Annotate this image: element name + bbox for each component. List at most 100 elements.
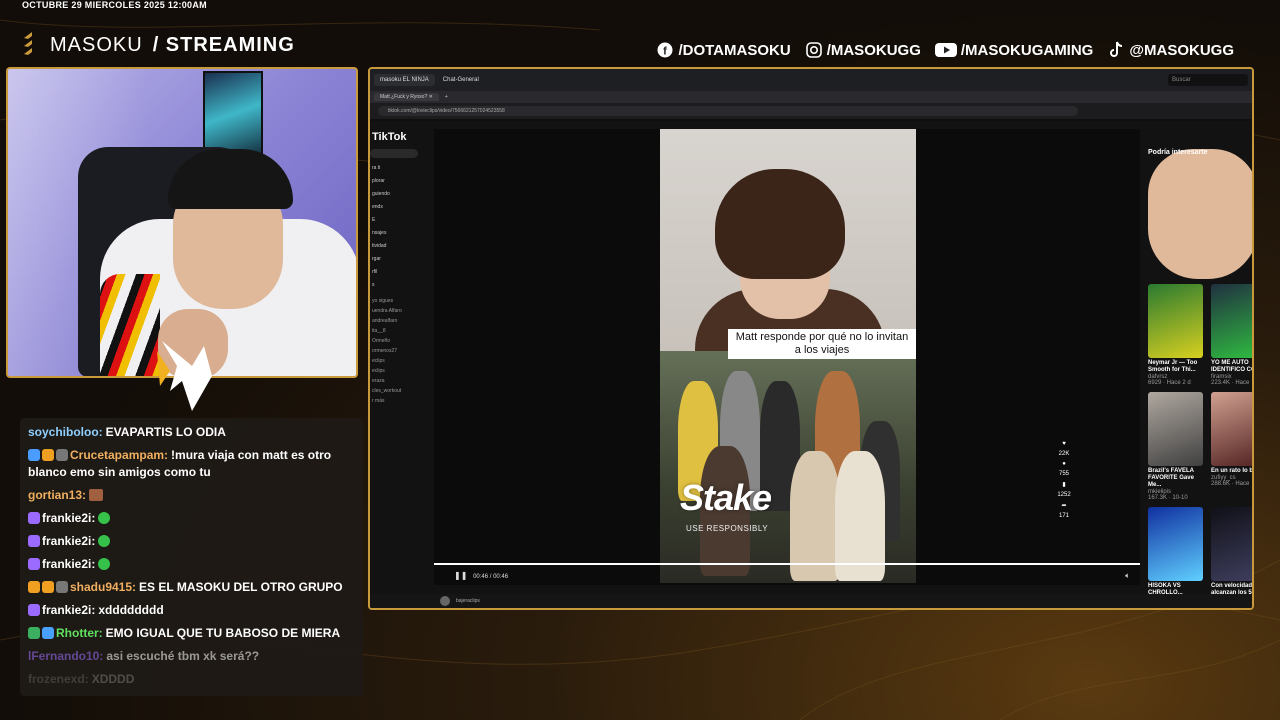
tiktok-following-item[interactable]: eclips — [370, 358, 426, 364]
tiktok-nav-item[interactable]: rgar — [370, 256, 426, 262]
heart-icon: ♥ — [1062, 441, 1066, 447]
save-button[interactable]: ▮ 1252 — [1054, 481, 1074, 498]
chat-username[interactable]: Crucetapampam: — [70, 448, 168, 462]
chat-message: soychiboloo: EVAPARTIS LO ODIA — [28, 424, 355, 441]
tiktok-nav-item[interactable]: ra ti — [370, 165, 426, 171]
tiktok-nav-item[interactable]: rfil — [370, 269, 426, 275]
chat-username[interactable]: soychiboloo: — [28, 425, 103, 439]
new-tab-icon[interactable]: + — [445, 94, 448, 100]
discord-search-input[interactable]: Buscar — [1168, 74, 1248, 86]
sponsor-watermark: Stake — [680, 477, 772, 518]
recommendation-thumbnail[interactable] — [1211, 284, 1252, 358]
tiktok-following-item[interactable]: cles_workout — [370, 388, 426, 394]
chat-username[interactable]: frozenexd: — [28, 672, 89, 686]
screen-share: masoku EL NINJA Chat-General Buscar Matt… — [368, 67, 1254, 610]
recommendation-card[interactable]: En un rato lo bo...zufiyy_cs288.6K · Hac… — [1211, 392, 1253, 501]
chat-text: xdddddddd — [98, 603, 164, 617]
tiktok-following-item[interactable]: yo sigues — [370, 298, 426, 304]
wall-poster — [203, 71, 263, 157]
social-tiktok: @MASOKUGG — [1107, 41, 1234, 59]
discord-channel[interactable]: Chat-General — [443, 77, 479, 83]
discord-server-tab[interactable]: masoku EL NINJA — [374, 74, 435, 86]
social-links: f /DOTAMASOKU /MASOKUGG /MASOKUGAMING @M… — [656, 41, 1234, 59]
video-frame[interactable]: Matt responde por qué no lo invitan a lo… — [660, 129, 916, 583]
chat-username[interactable]: frankie2i: — [42, 534, 95, 548]
chat-username[interactable]: shadu9415: — [70, 580, 136, 594]
chat-text: ES EL MASOKU DEL OTRO GRUPO — [139, 580, 343, 594]
sponsor-subtext: USE RESPONSIBLY — [686, 524, 769, 533]
tiktok-following-item[interactable]: ormenos27 — [370, 348, 426, 354]
recommendation-thumbnail[interactable] — [1148, 284, 1203, 358]
recommendation-stats: 167.3K · 10-10 — [1148, 495, 1188, 501]
recommendation-stats: 288.6K · Hace — [1211, 481, 1250, 487]
chat-username[interactable]: Rhotter: — [56, 626, 103, 640]
tiktok-nav-item[interactable]: nsajes — [370, 230, 426, 236]
tiktok-search-input[interactable] — [370, 149, 418, 158]
tiktok-nav-item[interactable]: E — [370, 217, 426, 223]
like-button[interactable]: ♥ 22K — [1054, 441, 1074, 457]
recommendations-title: Podría interesarte — [1148, 149, 1252, 279]
tiktok-logo[interactable]: TikTok — [370, 121, 426, 143]
chevron-logo-icon — [24, 32, 32, 55]
social-facebook: f /DOTAMASOKU — [656, 41, 791, 59]
brand-name: MASOKU — [50, 33, 143, 56]
recommendation-thumbnail[interactable] — [1148, 392, 1203, 466]
recommendation-card[interactable]: YO ME AUTO IDENTIFICO CON...firamsix223.… — [1211, 284, 1252, 386]
chat-emote-icon — [89, 489, 104, 501]
chat-text: EVAPARTIS LO ODIA — [105, 425, 226, 439]
tiktok-following-item[interactable]: r más — [370, 398, 426, 404]
tiktok-nav-item[interactable]: tividad — [370, 243, 426, 249]
user-avatar[interactable] — [440, 596, 450, 606]
pause-icon[interactable]: ❚❚ — [454, 571, 467, 580]
recommendation-stats: 6929 · Hace 2 d — [1148, 380, 1191, 386]
discord-topbar: masoku EL NINJA Chat-General Buscar — [370, 69, 1252, 91]
tiktok-following-item[interactable]: ita__8 — [370, 328, 426, 334]
chat-username[interactable]: frankie2i: — [42, 603, 95, 617]
tiktok-following-item[interactable]: eclips — [370, 368, 426, 374]
discord-voice-bar: bajeraclips — [370, 594, 1252, 608]
chat-badge-icon — [42, 581, 54, 593]
tiktok-following-item[interactable]: eraza — [370, 378, 426, 384]
tiktok-following-item[interactable]: uendra Alfaro — [370, 308, 426, 314]
tiktok-nav-item[interactable]: plorar — [370, 178, 426, 184]
share-button[interactable]: ➦ 171 — [1054, 502, 1074, 519]
youtube-icon — [934, 41, 957, 59]
tiktok-nav-item[interactable]: guiendo — [370, 191, 426, 197]
recommendation-card[interactable]: Neymar Jr — Too Smooth for Thi... dafvrsz… — [1148, 284, 1203, 386]
webcam-feed — [6, 67, 358, 378]
volume-icon[interactable]: 🔈︎ — [1125, 571, 1130, 581]
chat-message: frankie2i: xdddddddd — [28, 602, 355, 619]
browser-tab[interactable]: Matt ¿Fuck y Ryoso? ✕ — [374, 93, 439, 101]
chat-message: lFernando10: asi escuché tbm xk será?? — [28, 648, 355, 665]
share-icon: ➦ — [1061, 503, 1067, 509]
instagram-icon — [805, 41, 823, 59]
chat-message: frankie2i: — [28, 533, 355, 550]
chat-username[interactable]: frankie2i: — [42, 557, 95, 571]
tiktok-following-item[interactable]: andrealfaro — [370, 318, 426, 324]
video-progress-bar[interactable] — [434, 563, 1140, 565]
recommendation-thumbnail[interactable] — [1148, 507, 1203, 581]
recommendation-thumbnail[interactable] — [1211, 392, 1252, 466]
chat-message: frankie2i: — [28, 510, 355, 527]
chat-username[interactable]: gortian13: — [28, 488, 86, 502]
chat-message: Rhotter: EMO IGUAL QUE TU BABOSO DE MIERA — [28, 625, 355, 642]
chat-badge-icon — [28, 512, 40, 524]
tiktok-nav-item[interactable]: s — [370, 282, 426, 288]
url-input[interactable]: tiktok.com/@lovieclips/video/75666212570… — [378, 106, 1078, 116]
video-player[interactable]: Matt responde por qué no lo invitan a lo… — [434, 129, 1140, 585]
tiktok-following-item[interactable]: Ormeño — [370, 338, 426, 344]
recommendation-thumbnail[interactable] — [1211, 507, 1252, 581]
tiktok-nav-item[interactable]: ends — [370, 204, 426, 210]
chat-username[interactable]: lFernando10: — [28, 649, 103, 663]
comment-button[interactable]: ● 755 — [1054, 461, 1074, 477]
recommendation-card[interactable]: Brazil's FAVELA FAVORITE Gave Me... mkiel… — [1148, 392, 1203, 501]
recommendation-title: En un rato lo bo... — [1211, 468, 1253, 474]
recommendations-panel: Podría interesarte Neymar Jr — Too Smoot… — [1148, 149, 1253, 608]
streamer-logo-icon — [157, 341, 212, 411]
recommendation-title: YO ME AUTO IDENTIFICO CON... — [1211, 360, 1252, 373]
social-label: /DOTAMASOKU — [678, 41, 791, 59]
chat-message: gortian13: — [28, 487, 355, 504]
chat-username[interactable]: frankie2i: — [42, 511, 95, 525]
social-label: /MASOKUGAMING — [960, 41, 1094, 59]
chat-badge-icon — [28, 535, 40, 547]
